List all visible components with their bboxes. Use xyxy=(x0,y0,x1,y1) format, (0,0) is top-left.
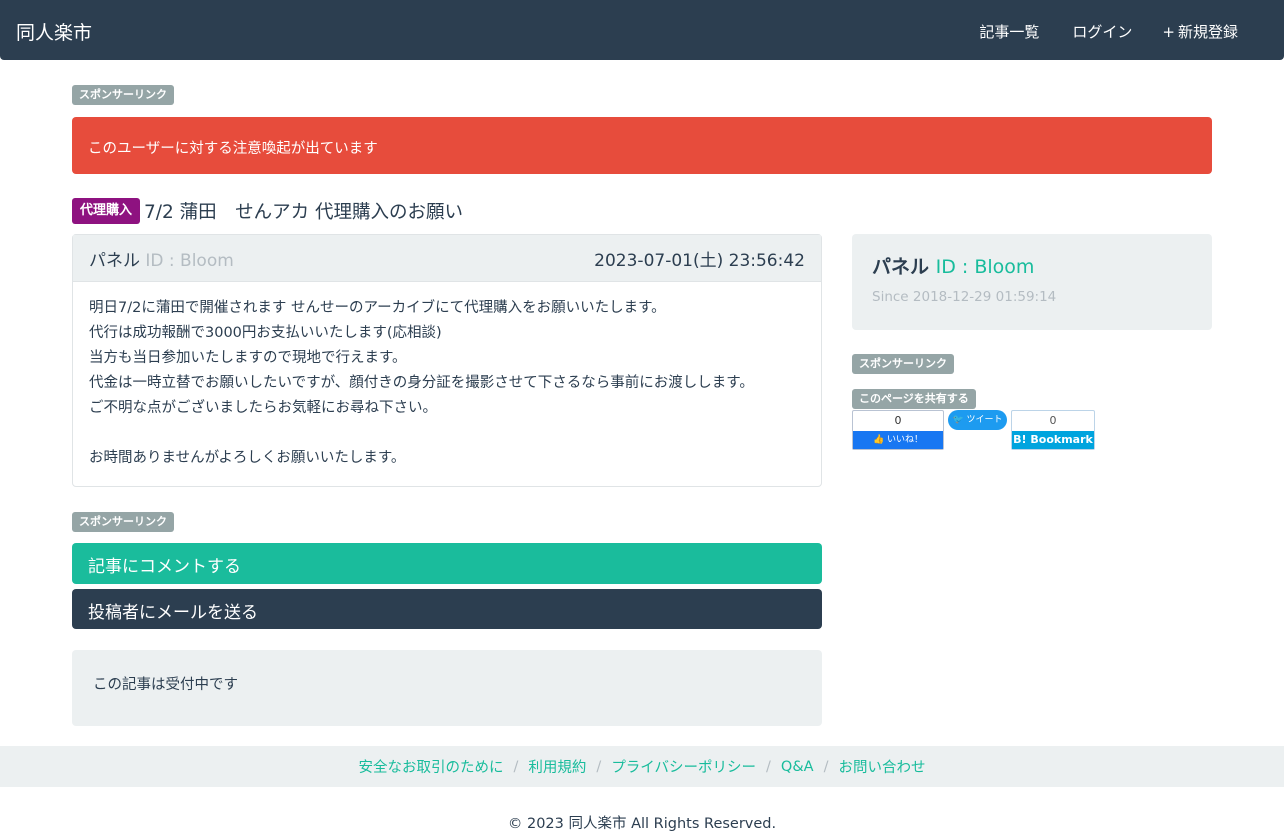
footer-link-qa[interactable]: Q&A xyxy=(781,759,814,775)
category-badge: 代理購入 xyxy=(72,198,141,224)
profile-name-row: パネル ID : Bloom xyxy=(872,252,1192,279)
article-panel-header: パネル ID : Bloom 2023-07-01(土) 23:56:42 xyxy=(73,235,821,282)
article-status: この記事は受付中です xyxy=(72,650,822,726)
footer-links: 安全なお取引のために / 利用規約 / プライバシーポリシー / Q&A / お… xyxy=(0,746,1284,787)
hatena-count: 0 xyxy=(1049,414,1057,427)
body-line: ご不明な点がございましたらお気軽にお尋ね下さい。 xyxy=(89,400,437,416)
nav-article-list[interactable]: 記事一覧 xyxy=(976,21,1039,42)
footer-separator: / xyxy=(766,758,771,775)
body-line: 代行は成功報酬で3000円お支払いいたします(応相談) xyxy=(89,325,442,341)
twitter-tweet-button[interactable]: 🐦 ツイート xyxy=(948,410,1007,430)
footer-link-safety[interactable]: 安全なお取引のために xyxy=(359,756,504,777)
share-buttons: 0 👍 いいね！ 🐦 ツイート 0 B! Bookmark xyxy=(852,410,1095,450)
facebook-count: 0 xyxy=(894,414,902,427)
article-body: 明日7/2に蒲田で開催されます せんせーのアーカイブにて代理購入をお願いいたしま… xyxy=(73,282,821,485)
article-title-row: 代理購入 7/2 蒲田 せんアカ 代理購入のお願い xyxy=(72,197,463,225)
profile-since-text: Since 2018-12-29 01:59:14 xyxy=(872,289,1057,305)
twitter-bird-icon: 🐦 xyxy=(952,415,964,425)
body-line: お時間ありませんがよろしくお願いいたします。 xyxy=(89,450,406,466)
comment-button[interactable]: 記事にコメントする xyxy=(72,543,822,584)
nav-article-list-label: 記事一覧 xyxy=(979,23,1040,41)
sponsor-label-sidebar: スポンサーリンク xyxy=(852,354,954,374)
author-info: パネル ID : Bloom xyxy=(89,246,234,271)
author-name[interactable]: パネル xyxy=(89,251,140,271)
author-id: ID : Bloom xyxy=(145,250,234,271)
body-line: 明日7/2に蒲田で開催されます せんせーのアーカイブにて代理購入をお願いいたしま… xyxy=(89,300,666,316)
facebook-label-text: いいね！ xyxy=(887,435,924,445)
facebook-like-button[interactable]: 0 👍 いいね！ xyxy=(852,410,944,450)
body-line xyxy=(89,421,805,446)
footer-link-privacy[interactable]: プライバシーポリシー xyxy=(611,756,756,777)
warning-alert: このユーザーに対する注意喚起が出ています xyxy=(72,117,1212,174)
twitter-label-text: ツイート xyxy=(966,415,1003,425)
article-panel: パネル ID : Bloom 2023-07-01(土) 23:56:42 明日… xyxy=(72,234,822,487)
facebook-like-label: 👍 いいね！ xyxy=(853,431,943,449)
post-date-text: 2023-07-01(土) 23:56:42 xyxy=(594,250,805,271)
nav-register-label: 新規登録 xyxy=(1177,23,1238,41)
brand-logo[interactable]: 同人楽市 xyxy=(16,18,92,45)
footer-separator: / xyxy=(513,758,519,775)
post-date: 2023-07-01(土) 23:56:42 xyxy=(594,246,805,271)
article-title: 7/2 蒲田 せんアカ 代理購入のお願い xyxy=(144,202,464,223)
plus-icon: + xyxy=(1162,22,1175,41)
body-line: 代金は一時立替でお願いしたいですが、顔付きの身分証を撮影させて下さるなら事前にお… xyxy=(89,375,754,391)
nav-login[interactable]: ログイン xyxy=(1069,21,1132,42)
profile-name[interactable]: パネル xyxy=(872,256,929,278)
top-navbar: 同人楽市 記事一覧 ログイン + 新規登録 xyxy=(0,0,1284,60)
profile-since: Since 2018-12-29 01:59:14 xyxy=(872,289,1192,305)
mail-author-button[interactable]: 投稿者にメールを送る xyxy=(72,589,822,629)
body-line: 当方も当日参加いたしますので現地で行えます。 xyxy=(89,350,407,366)
footer-link-terms[interactable]: 利用規約 xyxy=(528,756,586,777)
footer-separator: / xyxy=(823,758,829,775)
thumbs-up-icon: 👍 xyxy=(872,435,885,445)
hatena-bookmark-button[interactable]: 0 B! Bookmark xyxy=(1011,410,1095,450)
profile-id: ID : Bloom xyxy=(935,256,1035,278)
nav-register[interactable]: + 新規登録 xyxy=(1162,21,1238,42)
share-label: このページを共有する xyxy=(852,389,976,409)
profile-card: パネル ID : Bloom Since 2018-12-29 01:59:14 xyxy=(852,234,1212,330)
sponsor-label-bottom: スポンサーリンク xyxy=(72,512,174,532)
footer-separator: / xyxy=(596,758,602,775)
sponsor-label-top: スポンサーリンク xyxy=(72,85,174,105)
hatena-label: B! Bookmark xyxy=(1012,431,1094,449)
nav-links: 記事一覧 ログイン + 新規登録 xyxy=(976,21,1238,42)
footer-link-contact[interactable]: お問い合わせ xyxy=(838,756,925,777)
nav-login-label: ログイン xyxy=(1072,23,1133,41)
copyright: © 2023 同人楽市 All Rights Reserved. xyxy=(507,816,777,832)
